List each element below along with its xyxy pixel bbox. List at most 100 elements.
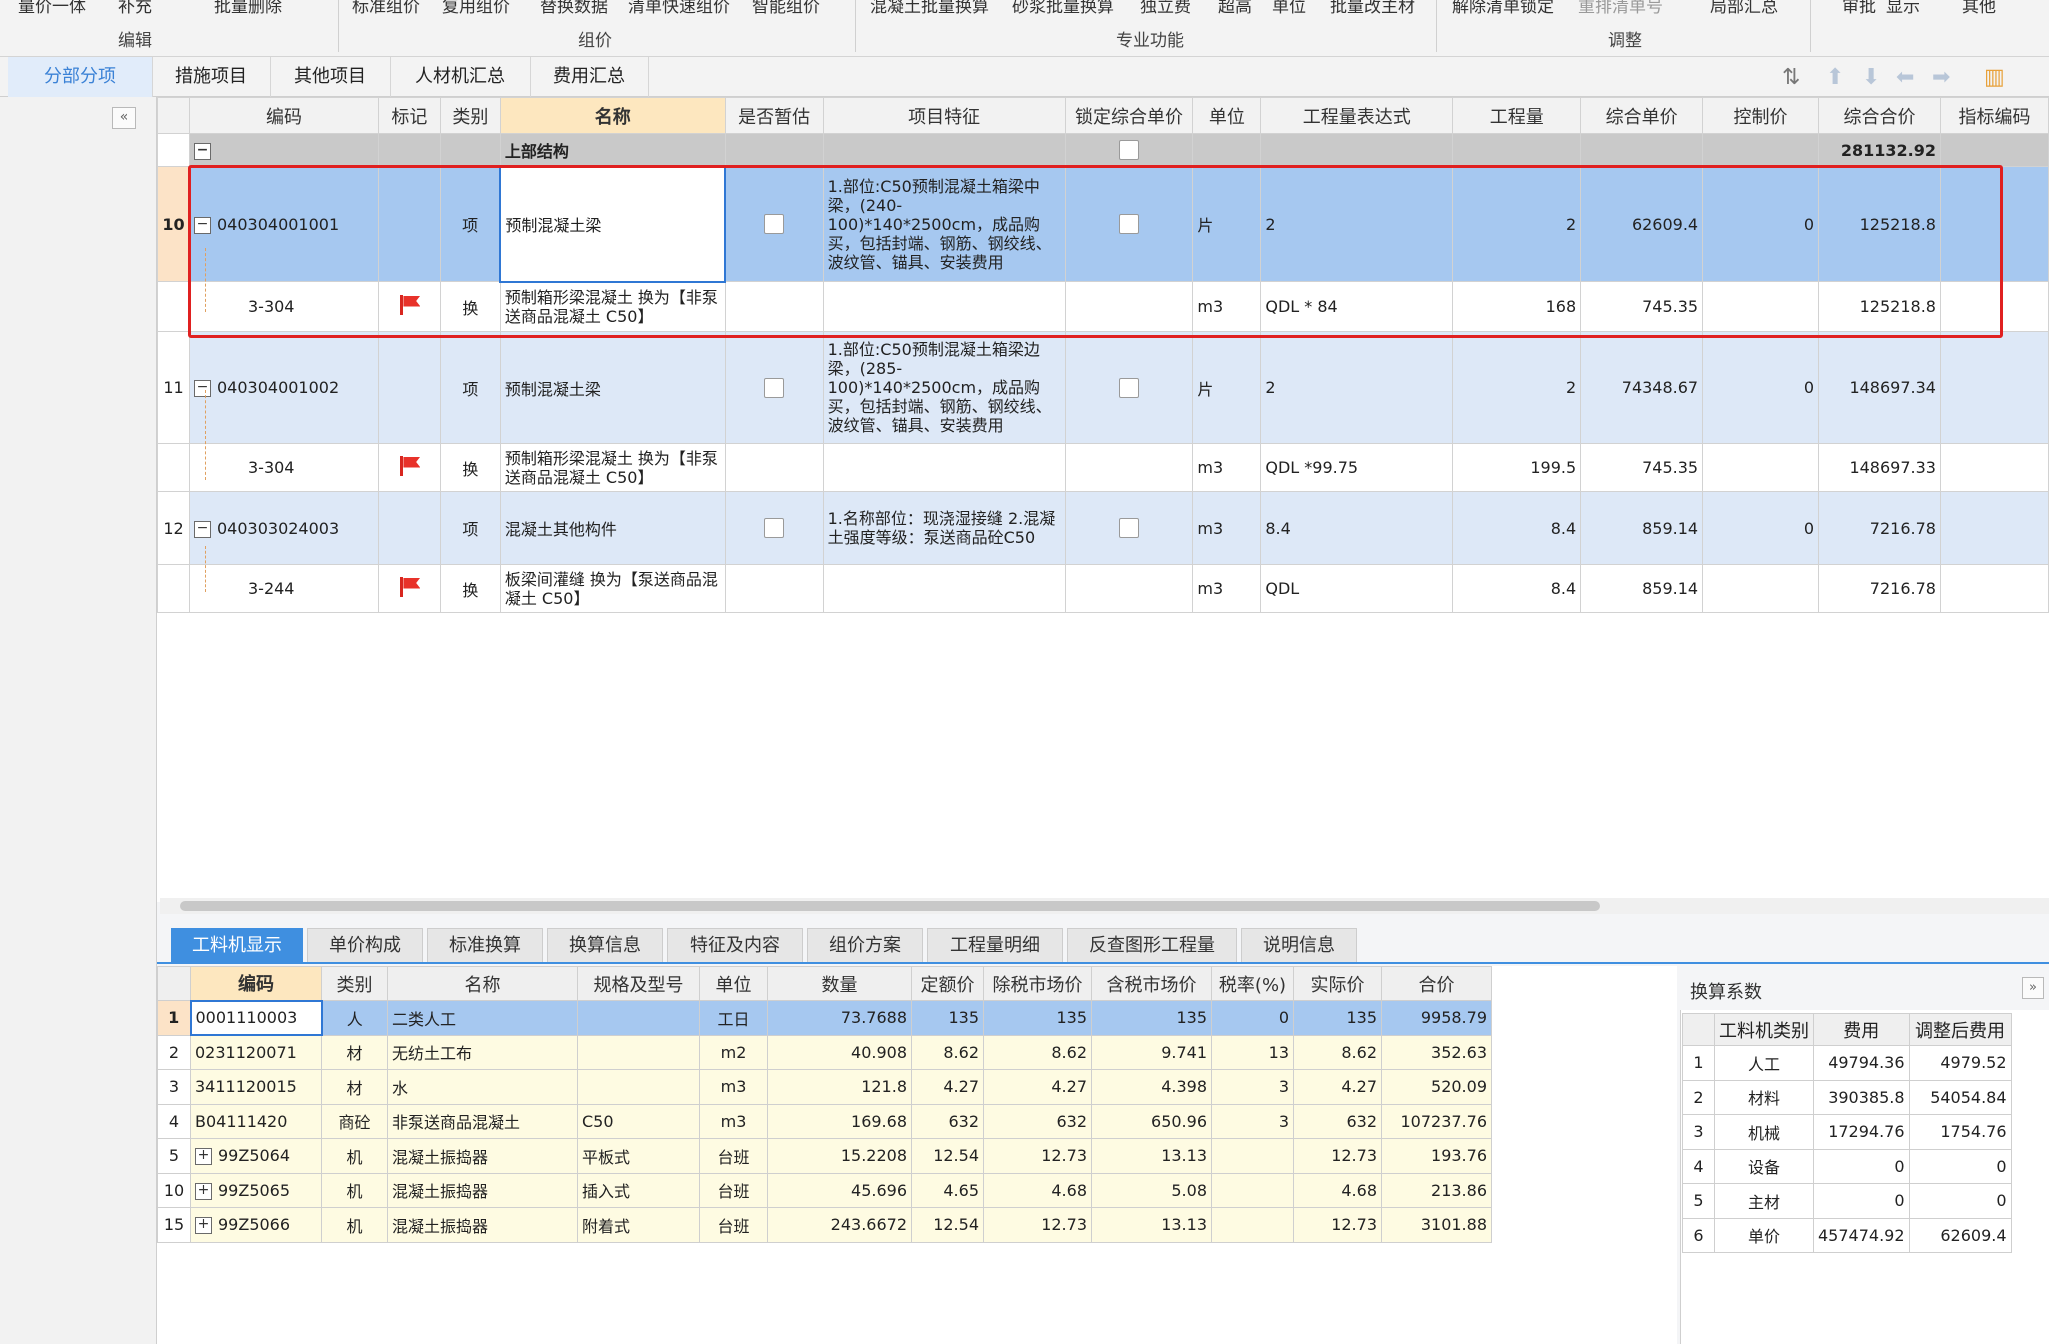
coef-adjusted[interactable]: 0: [1908, 1148, 2012, 1184]
tab-other-items[interactable]: 其他项目: [270, 57, 391, 97]
res-header-type[interactable]: 类别: [321, 966, 388, 1001]
res-name[interactable]: 混凝土振捣器: [387, 1207, 578, 1243]
collapse-toggle-icon[interactable]: −: [193, 380, 211, 397]
res-market-inc-tax[interactable]: 4.398: [1091, 1069, 1212, 1105]
coef-row[interactable]: 2 材料 390385.8 54054.84: [1682, 1079, 2012, 1115]
res-market-ex-tax[interactable]: 632: [983, 1103, 1092, 1139]
res-tax-rate[interactable]: [1211, 1138, 1294, 1174]
quota-expression[interactable]: QDL *99.75: [1260, 443, 1454, 492]
ribbon-item-13[interactable]: 批量改主材: [1330, 0, 1415, 17]
resource-row[interactable]: 15 +99Z5066 机 混凝土振捣器 附着式 台班 243.6672 12.…: [157, 1207, 1492, 1243]
res-market-ex-tax[interactable]: 4.27: [983, 1069, 1092, 1105]
res-tax-rate[interactable]: 3: [1211, 1069, 1294, 1105]
resource-row[interactable]: 2 0231120071 材 无纺土工布 m2 40.908 8.62 8.62…: [157, 1034, 1492, 1070]
item-unit[interactable]: m3: [1192, 491, 1262, 565]
ribbon-item-9[interactable]: 砂浆批量换算: [1012, 0, 1114, 17]
res-code[interactable]: B04111420: [190, 1103, 322, 1139]
res-header-market-inc-tax[interactable]: 含税市场价: [1091, 966, 1212, 1001]
coef-row[interactable]: 1 人工 49794.36 4979.52: [1682, 1045, 2012, 1081]
res-tax-rate[interactable]: 13: [1211, 1034, 1294, 1070]
quota-expression[interactable]: QDL: [1260, 564, 1454, 613]
resource-row[interactable]: 10 +99Z5065 机 混凝土振捣器 插入式 台班 45.696 4.65 …: [157, 1172, 1492, 1208]
ribbon-item-16[interactable]: 局部汇总: [1710, 0, 1778, 17]
ribbon-item-4[interactable]: 复用组价: [442, 0, 510, 17]
lock-checkbox[interactable]: [1118, 140, 1139, 161]
item-feature[interactable]: 1.部位:C50预制混凝土箱梁边梁，(285-100)*140*2500cm，成…: [822, 331, 1066, 444]
item-feature[interactable]: 1.名称部位：现浇湿接缝 2.混凝土强度等级：泵送商品砼C50: [822, 491, 1066, 565]
header-lock-price[interactable]: 锁定综合单价: [1064, 97, 1194, 134]
column-settings-icon[interactable]: ▥: [1984, 65, 2005, 90]
res-name[interactable]: 二类人工: [387, 1000, 578, 1036]
header-unit-price[interactable]: 综合单价: [1580, 97, 1704, 134]
header-mark[interactable]: 标记: [377, 97, 441, 134]
code-cell[interactable]: −040304001002: [188, 331, 379, 444]
coef-row[interactable]: 4 设备 0 0: [1682, 1148, 2012, 1184]
res-market-inc-tax[interactable]: 13.13: [1091, 1207, 1212, 1243]
res-spec[interactable]: 平板式: [577, 1138, 700, 1174]
header-index-code[interactable]: 指标编码: [1939, 97, 2049, 134]
quota-code[interactable]: 3-244: [188, 564, 379, 613]
ribbon-item-1[interactable]: 补充: [118, 0, 152, 17]
provisional-checkbox[interactable]: [764, 518, 785, 539]
res-code[interactable]: 0231120071: [190, 1034, 322, 1070]
res-spec[interactable]: [577, 1034, 700, 1070]
item-name[interactable]: 预制混凝土梁: [499, 331, 726, 444]
res-market-ex-tax[interactable]: 12.73: [983, 1207, 1092, 1243]
res-qty[interactable]: 45.696: [767, 1172, 912, 1208]
res-code-cell[interactable]: +99Z5065: [190, 1172, 322, 1208]
header-total[interactable]: 综合合价: [1818, 97, 1941, 134]
res-market-ex-tax[interactable]: 12.73: [983, 1138, 1092, 1174]
header-provisional[interactable]: 是否暂估: [724, 97, 824, 134]
res-spec[interactable]: [577, 1000, 700, 1036]
section-toggle-cell[interactable]: −: [188, 133, 379, 167]
coef-header-cost[interactable]: 费用: [1813, 1013, 1910, 1046]
red-flag-icon[interactable]: [398, 576, 420, 597]
bill-item-row[interactable]: 11 −040304001002 项 预制混凝土梁 1.部位:C50预制混凝土箱…: [157, 331, 2049, 444]
tab-resource-summary[interactable]: 人材机汇总: [390, 57, 531, 97]
tab-fee-summary[interactable]: 费用汇总: [530, 57, 649, 97]
collapse-toggle-icon[interactable]: −: [193, 520, 211, 538]
ribbon-item-6[interactable]: 清单快速组价: [628, 0, 730, 17]
res-market-inc-tax[interactable]: 9.741: [1091, 1034, 1212, 1070]
lock-checkbox[interactable]: [1118, 377, 1139, 398]
res-qty[interactable]: 121.8: [767, 1069, 912, 1105]
resource-row[interactable]: 1 0001110003 人 二类人工 工日 73.7688 135 135 1…: [157, 999, 1492, 1036]
res-header-tax-rate[interactable]: 税率(%): [1211, 966, 1294, 1001]
res-name[interactable]: 混凝土振捣器: [387, 1138, 578, 1174]
res-name[interactable]: 混凝土振捣器: [387, 1172, 578, 1208]
ribbon-item-18[interactable]: 显示: [1886, 0, 1920, 17]
res-code[interactable]: 0001110003: [189, 999, 323, 1036]
res-header-market-ex-tax[interactable]: 除税市场价: [983, 966, 1092, 1001]
item-expression[interactable]: 8.4: [1260, 491, 1454, 565]
expand-coef-panel-button[interactable]: »: [2022, 977, 2044, 999]
res-header-code[interactable]: 编码: [190, 966, 322, 1001]
quota-row[interactable]: 3-304 换 预制箱形梁混凝土 换为【非泵送商品混凝土 C50】 m3 QDL…: [157, 443, 2049, 492]
res-market-inc-tax[interactable]: 135: [1091, 1000, 1212, 1036]
res-unit[interactable]: m3: [699, 1069, 768, 1105]
collapse-toggle-icon[interactable]: −: [193, 142, 211, 160]
res-market-inc-tax[interactable]: 13.13: [1091, 1138, 1212, 1174]
header-code[interactable]: 编码: [188, 97, 379, 134]
res-qty[interactable]: 73.7688: [767, 1000, 912, 1036]
quota-name[interactable]: 预制箱形梁混凝土 换为【非泵送商品混凝土 C50】: [499, 443, 726, 492]
res-name[interactable]: 水: [387, 1069, 578, 1105]
res-name[interactable]: 无纺土工布: [387, 1034, 578, 1070]
tab-features-content[interactable]: 特征及内容: [667, 928, 803, 962]
ribbon-item-19[interactable]: 其他: [1962, 0, 1996, 17]
horizontal-scrollbar-thumb[interactable]: [180, 901, 1600, 911]
item-control-price[interactable]: 0: [1702, 331, 1819, 444]
item-quantity[interactable]: 8.4: [1452, 491, 1582, 565]
item-control-price[interactable]: 0: [1702, 491, 1819, 565]
quota-code[interactable]: 3-304: [188, 443, 379, 492]
arrow-up-icon[interactable]: ⬆: [1826, 65, 1844, 90]
res-header-qty[interactable]: 数量: [767, 966, 912, 1001]
sort-icon[interactable]: ⇅: [1782, 65, 1800, 90]
ribbon-item-10[interactable]: 独立费: [1140, 0, 1191, 17]
item-quantity[interactable]: 2: [1452, 331, 1582, 444]
header-control-price[interactable]: 控制价: [1702, 97, 1819, 134]
res-header-quota-price[interactable]: 定额价: [911, 966, 984, 1001]
res-unit[interactable]: m3: [699, 1103, 768, 1139]
res-header-unit[interactable]: 单位: [699, 966, 768, 1001]
res-market-ex-tax[interactable]: 8.62: [983, 1034, 1092, 1070]
tab-resource-display[interactable]: 工料机显示: [171, 928, 303, 962]
